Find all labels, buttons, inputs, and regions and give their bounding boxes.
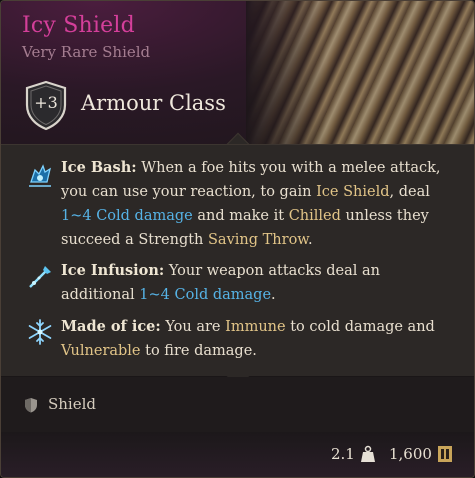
armour-class-value: +3 bbox=[34, 93, 58, 112]
text-segment: . bbox=[271, 287, 276, 303]
text-segment: to cold damage and bbox=[285, 319, 435, 335]
keyword-ice-shield[interactable]: Ice Shield bbox=[316, 184, 389, 200]
ice-bash-description: Ice Bash: When a foe hits you with a mel… bbox=[61, 156, 456, 252]
text-segment: and make it bbox=[192, 208, 289, 224]
item-weight: 2.1 bbox=[331, 445, 355, 463]
item-type-row: Shield bbox=[1, 377, 474, 432]
item-type-label: Shield bbox=[48, 395, 97, 413]
item-artwork bbox=[246, 1, 474, 144]
keyword-cold-damage[interactable]: 1~4 Cold damage bbox=[61, 208, 193, 224]
made-of-ice-description: Made of ice: You are Immune to cold dama… bbox=[61, 315, 456, 363]
ice-bash-icon bbox=[29, 164, 51, 187]
keyword-chilled[interactable]: Chilled bbox=[289, 208, 341, 224]
text-segment: You are bbox=[160, 319, 226, 335]
keyword-saving-throw[interactable]: Saving Throw bbox=[208, 232, 308, 248]
gold-icon bbox=[438, 446, 452, 462]
armour-class-badge: +3 bbox=[23, 79, 69, 131]
shield-icon bbox=[25, 398, 37, 413]
ice-infusion-icon bbox=[29, 266, 51, 288]
item-price: 1,600 bbox=[389, 445, 432, 463]
ice-infusion-description: Ice Infusion: Your weapon attacks deal a… bbox=[61, 259, 456, 307]
text-segment: . bbox=[308, 232, 313, 248]
ice-infusion-title: Ice Infusion: bbox=[61, 262, 165, 279]
tooltip-header: Icy Shield Very Rare Shield +3 Armour Cl… bbox=[1, 1, 474, 144]
text-segment: , deal bbox=[389, 184, 430, 200]
made-of-ice-title: Made of ice: bbox=[61, 318, 161, 335]
item-meta-row: 2.1 1,600 bbox=[1, 432, 474, 477]
keyword-vulnerable[interactable]: Vulnerable bbox=[61, 343, 141, 359]
text-segment: to fire damage. bbox=[140, 343, 257, 359]
keyword-cold-damage[interactable]: 1~4 Cold damage bbox=[139, 287, 271, 303]
item-name: Icy Shield bbox=[22, 13, 135, 38]
item-tooltip: Icy Shield Very Rare Shield +3 Armour Cl… bbox=[0, 0, 475, 478]
keyword-immune[interactable]: Immune bbox=[225, 319, 286, 335]
snowflake-icon bbox=[28, 319, 52, 345]
armour-class-label: Armour Class bbox=[81, 91, 226, 115]
ice-bash-title: Ice Bash: bbox=[61, 159, 137, 176]
item-rarity: Very Rare Shield bbox=[22, 43, 151, 61]
weight-icon bbox=[361, 445, 375, 462]
